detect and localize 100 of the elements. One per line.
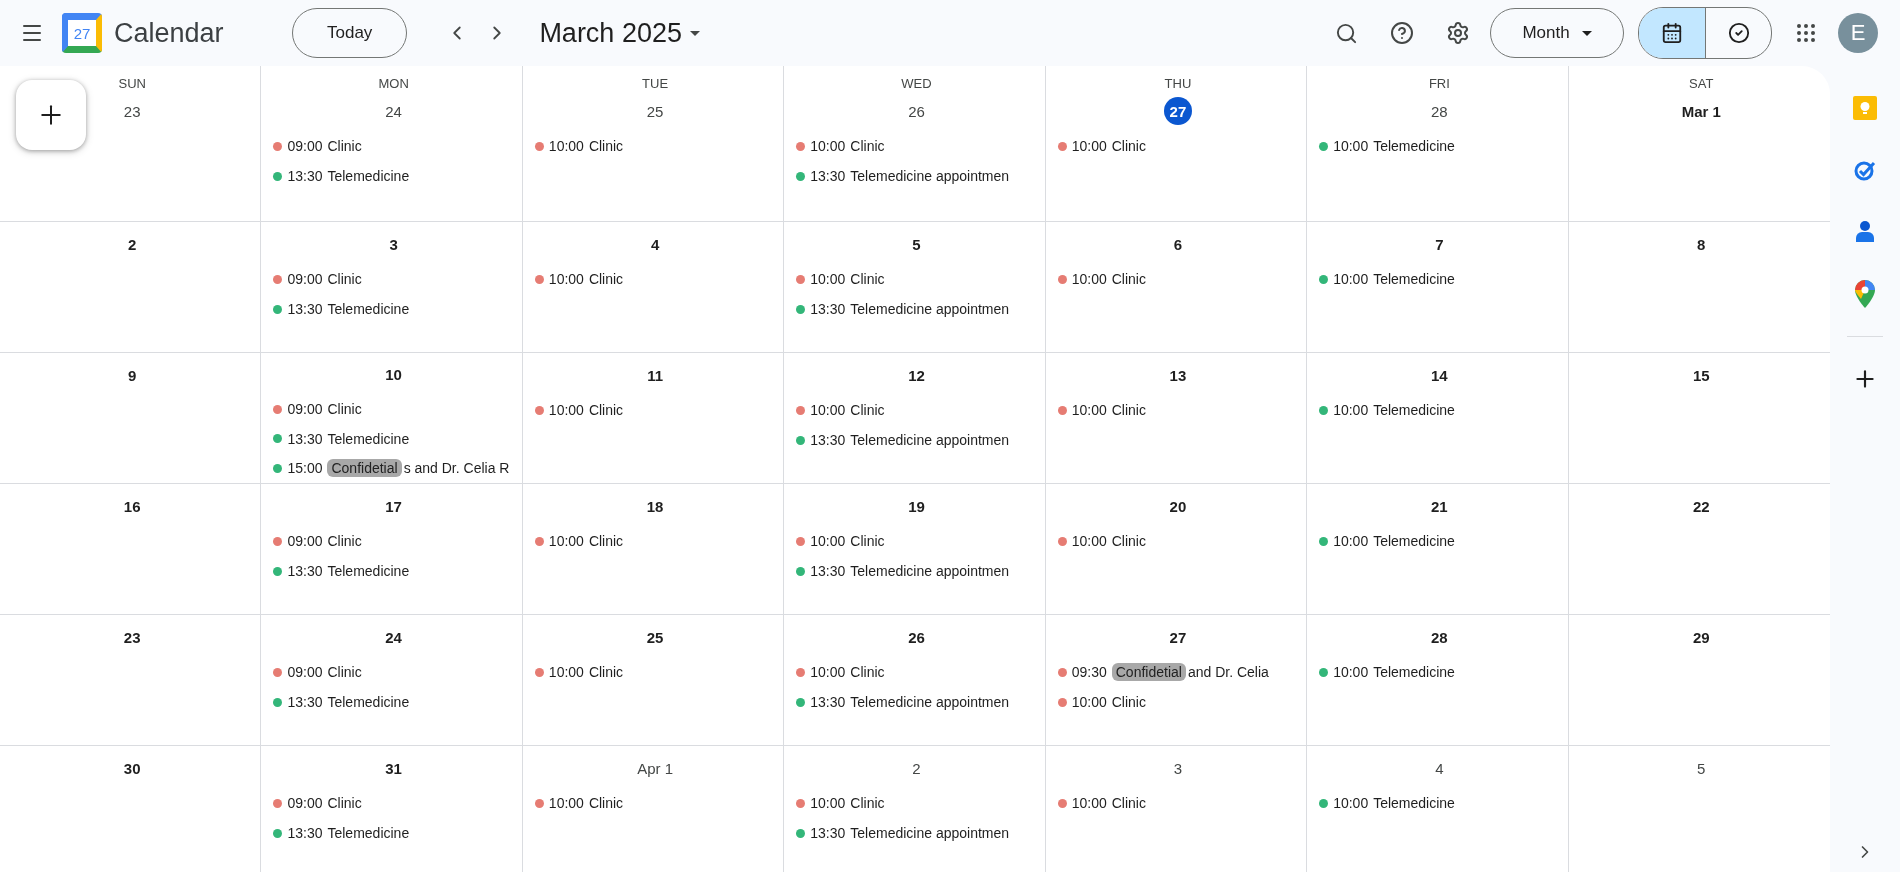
date-number[interactable]: 12: [902, 361, 931, 389]
date-number[interactable]: 6: [1163, 230, 1192, 258]
event-item[interactable]: 10:00 Clinic: [532, 395, 778, 425]
event-item[interactable]: 13:30 Telemedicine: [271, 423, 516, 454]
event-item[interactable]: 13:30 Telemedicine: [271, 687, 516, 717]
date-number[interactable]: 4: [1425, 754, 1454, 782]
event-item[interactable]: 10:00 Clinic: [532, 788, 778, 818]
event-item[interactable]: 15:00 Confidetial s and Dr. Celia R: [271, 453, 516, 483]
date-number[interactable]: 20: [1163, 492, 1192, 520]
event-time: 10:00: [548, 664, 584, 680]
event-item[interactable]: 09:00 Clinic: [271, 264, 516, 294]
event-item[interactable]: 13:30 Telemedicine: [271, 556, 516, 586]
event-item[interactable]: 10:00 Clinic: [794, 526, 1039, 556]
view-toggle-button[interactable]: [1639, 8, 1705, 58]
today-button[interactable]: Today: [292, 8, 408, 58]
event-item[interactable]: 09:00 Clinic: [271, 788, 516, 818]
event-item[interactable]: 13:30 Telemedicine appointmen: [794, 818, 1039, 848]
view-dropdown[interactable]: Month: [1490, 8, 1624, 58]
event-item[interactable]: 09:00 Clinic: [271, 131, 516, 161]
event-time: 10:00: [548, 138, 584, 154]
date-number[interactable]: 26: [902, 623, 931, 651]
event-title: Telemedicine: [1373, 271, 1455, 287]
event-item[interactable]: 10:00 Telemedicine: [1317, 788, 1562, 818]
event-item[interactable]: 09:00 Clinic: [271, 394, 516, 424]
date-number[interactable]: 9: [118, 361, 147, 389]
event-item[interactable]: 10:00 Clinic: [794, 264, 1039, 294]
event-item[interactable]: 10:00 Clinic: [794, 131, 1039, 161]
date-number[interactable]: 18: [641, 492, 670, 520]
date-number[interactable]: 22: [1687, 492, 1716, 520]
date-number[interactable]: 21: [1425, 492, 1454, 520]
date-number[interactable]: 27: [1163, 623, 1192, 651]
date-number[interactable]: 31: [379, 754, 408, 782]
event-item[interactable]: 13:30 Telemedicine appointmen: [794, 425, 1039, 455]
date-number[interactable]: 8: [1687, 230, 1716, 258]
event-item[interactable]: 13:30 Telemedicine appointmen: [794, 556, 1039, 586]
event-title: Clinic: [1111, 694, 1146, 710]
date-number[interactable]: 25: [641, 97, 670, 125]
event-item[interactable]: 10:00 Clinic: [794, 657, 1039, 687]
date-number[interactable]: 17: [379, 492, 408, 520]
event-item[interactable]: 10:00 Clinic: [1055, 395, 1301, 425]
event-item[interactable]: 10:00 Clinic: [794, 395, 1039, 425]
period-selector[interactable]: March 2025: [535, 17, 704, 49]
date-number[interactable]: 4: [641, 230, 670, 258]
date-number[interactable]: 3: [1163, 754, 1192, 782]
event-item[interactable]: 10:00 Clinic: [532, 264, 778, 294]
date-number[interactable]: 7: [1425, 230, 1454, 258]
date-number[interactable]: 23: [118, 623, 147, 651]
date-number[interactable]: 2: [902, 754, 931, 782]
date-number[interactable]: 25: [641, 623, 670, 651]
event-item[interactable]: 10:00 Telemedicine: [1317, 657, 1562, 687]
event-item[interactable]: 10:00 Telemedicine: [1317, 131, 1562, 161]
event-item[interactable]: 10:00 Clinic: [1055, 264, 1301, 294]
event-time: 10:00: [1071, 138, 1107, 154]
event-item[interactable]: 09:00 Clinic: [271, 526, 516, 556]
event-item[interactable]: 09:00 Clinic: [271, 657, 516, 687]
date-number[interactable]: 13: [1163, 361, 1192, 389]
event-item[interactable]: 10:00 Clinic: [794, 788, 1039, 818]
date-number[interactable]: 24: [379, 623, 408, 651]
event-item[interactable]: 10:00 Clinic: [1055, 788, 1301, 818]
date-number[interactable]: 3: [379, 230, 408, 258]
event-item[interactable]: 13:30 Telemedicine appointmen: [794, 294, 1039, 324]
date-number[interactable]: 5: [1687, 754, 1716, 782]
event-title: s and Dr. Celia R: [403, 460, 510, 477]
event-item[interactable]: 13:30 Telemedicine: [271, 818, 516, 848]
date-number[interactable]: Apr 1: [635, 754, 675, 782]
date-number[interactable]: 19: [902, 492, 931, 520]
event-title: Telemedicine: [1373, 402, 1455, 418]
date-number[interactable]: 29: [1687, 623, 1716, 651]
event-item[interactable]: 13:30 Telemedicine appointmen: [794, 161, 1039, 191]
event-item[interactable]: 10:00 Clinic: [1055, 526, 1301, 556]
event-item[interactable]: 10:00 Clinic: [532, 657, 778, 687]
date-number[interactable]: 15: [1687, 361, 1716, 389]
date-number[interactable]: 26: [902, 97, 931, 125]
event-item[interactable]: 13:30 Telemedicine: [271, 294, 516, 324]
event-item[interactable]: 10:00 Telemedicine: [1317, 526, 1562, 556]
date-number[interactable]: 5: [902, 230, 931, 258]
event-item[interactable]: 10:00 Clinic: [532, 526, 778, 556]
event-item[interactable]: 13:30 Telemedicine appointmen: [794, 687, 1039, 717]
date-number[interactable]: 28: [1425, 623, 1454, 651]
date-number[interactable]: 14: [1425, 361, 1454, 389]
date-number[interactable]: 10: [379, 361, 408, 389]
event-time: 13:30: [810, 432, 846, 448]
event-item[interactable]: 10:00 Clinic: [1055, 687, 1301, 717]
event-item[interactable]: 10:00 Telemedicine: [1317, 264, 1562, 294]
event-item[interactable]: 10:00 Telemedicine: [1317, 395, 1562, 425]
event-item[interactable]: 13:30 Telemedicine: [271, 161, 516, 191]
date-number[interactable]: 28: [1425, 97, 1454, 125]
calendar-icon: [1661, 22, 1683, 44]
event-title: Clinic: [588, 664, 624, 680]
date-number[interactable]: 27: [1163, 97, 1192, 125]
date-number[interactable]: 16: [118, 492, 147, 520]
date-number[interactable]: 24: [379, 97, 408, 125]
event-item[interactable]: 10:00 Clinic: [532, 131, 778, 161]
date-number[interactable]: 23: [118, 97, 147, 125]
event-item[interactable]: 10:00 Clinic: [1055, 131, 1301, 161]
date-number[interactable]: Mar 1: [1679, 97, 1723, 125]
date-number[interactable]: 30: [118, 754, 147, 782]
date-number[interactable]: 11: [641, 361, 670, 389]
date-number[interactable]: 2: [118, 230, 147, 258]
event-item[interactable]: 09:30 Confidetial and Dr. Celia: [1055, 657, 1301, 687]
